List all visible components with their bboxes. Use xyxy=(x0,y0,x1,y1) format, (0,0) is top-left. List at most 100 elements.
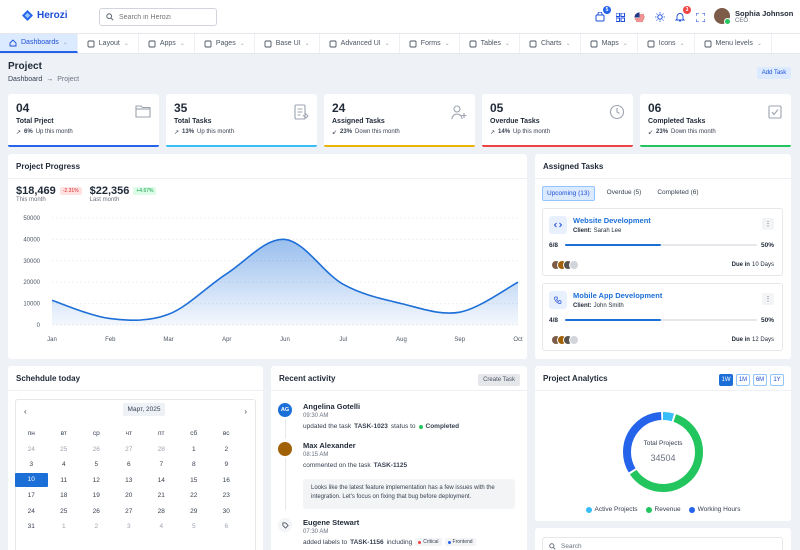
breadcrumb-root[interactable]: Dashboard xyxy=(8,76,42,83)
range-1w[interactable]: 1W xyxy=(719,374,733,386)
task-link[interactable]: TASK-1125 xyxy=(374,462,407,469)
calendar-day[interactable]: 5 xyxy=(178,523,211,530)
calendar-day[interactable]: 12 xyxy=(80,477,113,484)
calendar-day[interactable]: 4 xyxy=(48,461,81,468)
nav-item-advanced-ui[interactable]: Advanced UI ⌄ xyxy=(320,34,400,53)
nav-item-charts[interactable]: Charts ⌄ xyxy=(520,34,581,53)
nav-item-menu-levels[interactable]: Menu levels ⌄ xyxy=(695,34,772,53)
theme-toggle[interactable] xyxy=(654,11,666,23)
calendar-month[interactable]: Март, 2025 xyxy=(123,403,165,416)
calendar-day[interactable]: 3 xyxy=(15,461,48,468)
nav-item-dashboards[interactable]: Dashboards ⌄ xyxy=(0,34,78,53)
calendar-day[interactable]: 1 xyxy=(48,523,81,530)
calendar-day[interactable]: 26 xyxy=(80,508,113,515)
activity-user[interactable]: Eugene Stewart xyxy=(303,518,476,527)
calendar-day[interactable]: 6 xyxy=(210,523,243,530)
create-task-button[interactable]: Create Task xyxy=(478,374,520,386)
prev-month-button[interactable]: ‹ xyxy=(24,407,27,416)
activity-user[interactable]: Max Alexander xyxy=(303,441,407,450)
tab-upcoming[interactable]: Upcoming (13) xyxy=(542,186,595,201)
calendar-day[interactable]: 15 xyxy=(178,477,211,484)
activity-user[interactable]: Angelina Gotelli xyxy=(303,402,459,411)
range-1y[interactable]: 1Y xyxy=(770,374,784,386)
calendar-day[interactable]: 1 xyxy=(178,446,211,453)
calendar-day[interactable]: 22 xyxy=(178,492,211,499)
tab-overdue[interactable]: Overdue (5) xyxy=(603,186,646,201)
calendar-day[interactable]: 21 xyxy=(145,492,178,499)
calendar-day[interactable]: 9 xyxy=(210,461,243,468)
more-vertical-icon[interactable]: ⋮ xyxy=(762,218,774,230)
apps-grid-button[interactable] xyxy=(614,11,626,23)
calendar-day[interactable]: 10 xyxy=(15,473,48,488)
calendar-day[interactable]: 25 xyxy=(48,508,81,515)
calendar-day[interactable]: 28 xyxy=(145,446,178,453)
calendar-day[interactable]: 20 xyxy=(113,492,146,499)
task-link[interactable]: TASK-1023 xyxy=(354,423,388,430)
legend-item[interactable]: Working Hours xyxy=(688,506,740,513)
fullscreen-button[interactable] xyxy=(694,11,706,23)
search-input[interactable] xyxy=(119,13,209,21)
range-6m[interactable]: 6M xyxy=(753,374,767,386)
calendar-day[interactable]: 28 xyxy=(145,508,178,515)
calendar-day[interactable]: 25 xyxy=(48,446,81,453)
user-menu[interactable]: Sophia Johnson CEO xyxy=(714,8,793,25)
calendar-day[interactable]: 11 xyxy=(48,477,81,484)
nav-item-tables[interactable]: Tables ⌄ xyxy=(460,34,520,53)
task-name[interactable]: Website Development xyxy=(573,216,651,225)
add-task-button[interactable]: Add Task xyxy=(757,67,791,79)
calendar-day[interactable]: 5 xyxy=(80,461,113,468)
calendar-day[interactable]: 2 xyxy=(80,523,113,530)
calendar-day[interactable]: 23 xyxy=(210,492,243,499)
bottom-search-box[interactable]: Search xyxy=(542,537,783,550)
weekday-label: сб xyxy=(190,430,198,438)
calendar-day[interactable]: 6 xyxy=(113,461,146,468)
nav-item-pages[interactable]: Pages ⌄ xyxy=(195,34,255,53)
calendar-day[interactable]: 24 xyxy=(15,446,48,453)
calendar-day[interactable]: 2 xyxy=(210,446,243,453)
calendar-day[interactable]: 18 xyxy=(48,492,81,499)
nav-item-icons[interactable]: Icons ⌄ xyxy=(638,34,695,53)
calendar-day[interactable]: 17 xyxy=(15,492,48,499)
tab-completed[interactable]: Completed (6) xyxy=(653,186,702,201)
calendar-day[interactable]: 29 xyxy=(178,508,211,515)
cart-button[interactable]: 5 xyxy=(594,6,611,23)
task-item[interactable]: Mobile App Development Client: John Smith… xyxy=(542,283,783,351)
calendar-day[interactable]: 27 xyxy=(113,446,146,453)
calendar-day[interactable]: 24 xyxy=(15,508,48,515)
legend-label: Active Projects xyxy=(594,506,638,513)
legend-item[interactable]: Active Projects xyxy=(585,506,638,513)
calendar-day[interactable]: 14 xyxy=(145,477,178,484)
calendar-day[interactable]: 8 xyxy=(178,461,211,468)
notifications-button[interactable]: 3 xyxy=(674,6,691,23)
calendar-day[interactable]: 30 xyxy=(210,508,243,515)
calendar-day[interactable]: 4 xyxy=(145,523,178,530)
nav-item-base-ui[interactable]: Base UI ⌄ xyxy=(255,34,320,53)
search-box[interactable] xyxy=(99,8,217,26)
calendar-day[interactable]: 7 xyxy=(145,461,178,468)
calendar-day[interactable]: 13 xyxy=(113,477,146,484)
calendar-day[interactable]: 27 xyxy=(113,508,146,515)
nav-item-apps[interactable]: Apps ⌄ xyxy=(139,34,195,53)
app-logo[interactable]: Herozi xyxy=(22,10,68,21)
range-1m[interactable]: 1M xyxy=(736,374,750,386)
nav-item-layout[interactable]: Layout ⌄ xyxy=(78,34,139,53)
more-vertical-icon[interactable]: ⋮ xyxy=(762,293,774,305)
weekday-label: пн xyxy=(27,430,35,438)
y-tick-label: 10000 xyxy=(23,302,40,308)
phone-icon xyxy=(549,291,567,309)
task-item[interactable]: Website Development Client: Sarah Lee ⋮ 6… xyxy=(542,208,783,276)
calendar-day[interactable]: 31 xyxy=(15,523,48,530)
calendar-day[interactable]: 26 xyxy=(80,446,113,453)
calendar-day[interactable]: 16 xyxy=(210,477,243,484)
task-link[interactable]: TASK-1156 xyxy=(350,539,383,546)
weekday-label: чт xyxy=(125,430,132,438)
task-name[interactable]: Mobile App Development xyxy=(573,291,662,300)
legend-item[interactable]: Revenue xyxy=(645,506,681,513)
language-button[interactable] xyxy=(633,11,645,23)
nav-item-maps[interactable]: Maps ⌄ xyxy=(581,34,638,53)
calendar-day[interactable]: 3 xyxy=(113,523,146,530)
activity-action: commented on the task xyxy=(303,462,371,469)
calendar-day[interactable]: 19 xyxy=(80,492,113,499)
next-month-button[interactable]: › xyxy=(244,407,247,416)
nav-item-forms[interactable]: Forms ⌄ xyxy=(400,34,460,53)
